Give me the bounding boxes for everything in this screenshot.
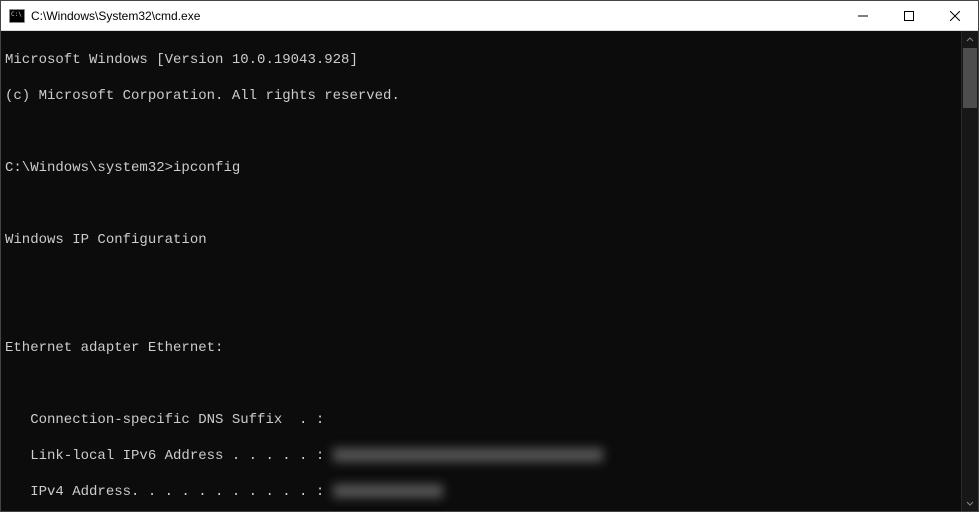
blank-line bbox=[5, 123, 957, 141]
redacted-value bbox=[333, 448, 603, 462]
window-titlebar: C:\Windows\System32\cmd.exe bbox=[1, 1, 978, 31]
chevron-up-icon bbox=[966, 36, 974, 44]
prompt-path: C:\Windows\system32> bbox=[5, 160, 173, 176]
ipconfig-header: Windows IP Configuration bbox=[5, 231, 957, 249]
scroll-down-button[interactable] bbox=[962, 494, 978, 511]
ipv6-address-line: Link-local IPv6 Address . . . . . : bbox=[5, 447, 957, 465]
window-title: C:\Windows\System32\cmd.exe bbox=[31, 9, 840, 23]
blank-line bbox=[5, 267, 957, 285]
scrollbar-thumb[interactable] bbox=[963, 48, 977, 108]
adapter-header: Ethernet adapter Ethernet: bbox=[5, 339, 957, 357]
blank-line bbox=[5, 375, 957, 393]
prompt-line: C:\Windows\system32>ipconfig bbox=[5, 159, 957, 177]
ipv4-label: IPv4 Address. . . . . . . . . . . : bbox=[5, 484, 333, 500]
chevron-down-icon bbox=[966, 499, 974, 507]
copyright-line: (c) Microsoft Corporation. All rights re… bbox=[5, 87, 957, 105]
redacted-value bbox=[333, 484, 443, 498]
maximize-icon bbox=[904, 11, 914, 21]
minimize-icon bbox=[858, 11, 868, 21]
scroll-up-button[interactable] bbox=[962, 31, 978, 48]
vertical-scrollbar[interactable] bbox=[961, 31, 978, 511]
ipv6-label: Link-local IPv6 Address . . . . . : bbox=[5, 448, 333, 464]
cmd-icon bbox=[9, 8, 25, 24]
terminal-area: Microsoft Windows [Version 10.0.19043.92… bbox=[1, 31, 978, 511]
entered-command: ipconfig bbox=[173, 160, 240, 176]
close-icon bbox=[950, 11, 960, 21]
dns-suffix-line: Connection-specific DNS Suffix . : bbox=[5, 411, 957, 429]
blank-line bbox=[5, 195, 957, 213]
window-controls bbox=[840, 1, 978, 30]
maximize-button[interactable] bbox=[886, 1, 932, 30]
terminal-output[interactable]: Microsoft Windows [Version 10.0.19043.92… bbox=[1, 31, 961, 511]
version-line: Microsoft Windows [Version 10.0.19043.92… bbox=[5, 51, 957, 69]
close-button[interactable] bbox=[932, 1, 978, 30]
minimize-button[interactable] bbox=[840, 1, 886, 30]
ipv4-address-line: IPv4 Address. . . . . . . . . . . : bbox=[5, 483, 957, 501]
blank-line bbox=[5, 303, 957, 321]
